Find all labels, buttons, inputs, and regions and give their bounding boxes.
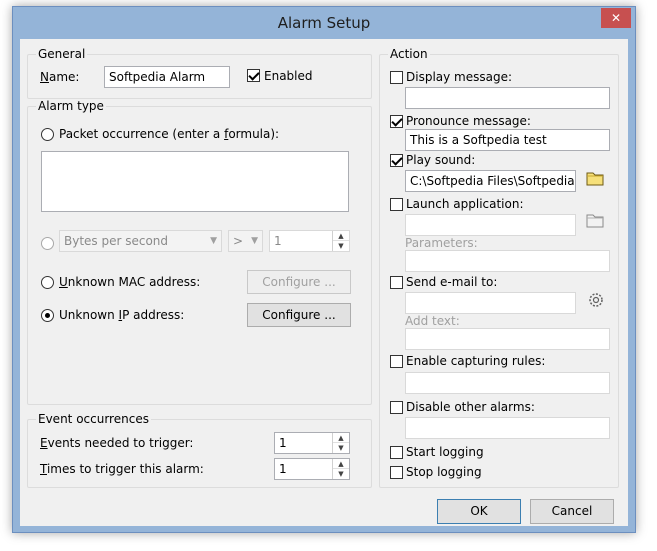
disable-other-alarms-checkbox[interactable] <box>390 401 403 414</box>
send-email-checkbox[interactable] <box>390 276 403 289</box>
disable-other-alarms-input[interactable] <box>405 417 610 439</box>
action-legend: Action <box>390 47 428 61</box>
dialog-client: General Name: Softpedia Alarm Enabled Al… <box>20 39 628 526</box>
browse-sound-button[interactable] <box>585 169 607 191</box>
cancel-button[interactable]: Cancel <box>530 499 614 524</box>
add-text-input[interactable] <box>405 328 610 350</box>
play-sound-checkbox[interactable] <box>390 154 403 167</box>
times-to-trigger-label: Times to trigger this alarm: <box>40 462 204 476</box>
operator-select[interactable]: > ▼ <box>228 230 263 252</box>
folder-icon <box>586 172 604 186</box>
spin-up-icon[interactable]: ▲ <box>333 459 349 469</box>
display-message-label: Display message: <box>406 70 513 84</box>
close-button[interactable]: ✕ <box>601 8 631 28</box>
stop-logging-checkbox[interactable] <box>390 466 403 479</box>
chevron-down-icon: ▼ <box>210 236 217 246</box>
window-title: Alarm Setup <box>277 14 371 32</box>
enabled-checkbox[interactable] <box>247 69 260 82</box>
spin-up-icon[interactable]: ▲ <box>333 231 349 241</box>
unknown-ip-label: Unknown IP address: <box>59 308 185 322</box>
bytes-per-second-select[interactable]: Bytes per second ▼ <box>59 230 222 252</box>
capturing-rules-checkbox[interactable] <box>390 355 403 368</box>
general-legend: General <box>38 47 86 61</box>
display-message-checkbox[interactable] <box>390 71 403 84</box>
parameters-input[interactable] <box>405 250 610 272</box>
email-settings-button[interactable] <box>586 290 608 312</box>
name-input[interactable]: Softpedia Alarm <box>104 66 230 88</box>
start-logging-checkbox[interactable] <box>390 446 403 459</box>
packet-occurrence-label: Packet occurrence (enter a formula): <box>59 127 280 141</box>
unknown-ip-radio[interactable] <box>41 309 54 322</box>
ok-button[interactable]: OK <box>437 499 521 524</box>
bytes-radio[interactable] <box>41 237 54 250</box>
threshold-spin[interactable]: ▲ ▼ <box>332 231 349 251</box>
pronounce-message-input[interactable]: This is a Softpedia test <box>405 129 610 151</box>
folder-icon <box>586 214 604 228</box>
launch-application-checkbox[interactable] <box>390 198 403 211</box>
browse-application-button[interactable] <box>585 211 607 233</box>
play-sound-label: Play sound: <box>406 153 476 167</box>
unknown-mac-label: Unknown MAC address: <box>59 275 201 289</box>
enabled-label: Enabled <box>264 69 313 83</box>
capturing-rules-label: Enable capturing rules: <box>406 354 546 368</box>
times-spin[interactable]: ▲ ▼ <box>332 459 349 479</box>
disable-other-alarms-label: Disable other alarms: <box>406 400 535 414</box>
packet-occurrence-radio[interactable] <box>41 128 54 141</box>
gear-icon <box>589 293 603 307</box>
alarm-setup-window: Alarm Setup ✕ General Name: Softpedia Al… <box>12 6 636 533</box>
send-email-label: Send e-mail to: <box>406 275 498 289</box>
add-text-label: Add text: <box>405 314 460 328</box>
alarm-type-legend: Alarm type <box>38 99 104 113</box>
start-logging-label: Start logging <box>406 445 484 459</box>
alarm-type-group: Alarm type <box>27 99 372 405</box>
play-sound-input[interactable]: C:\Softpedia Files\Softpedia.wav <box>405 170 576 192</box>
name-label: Name: <box>40 70 80 84</box>
send-email-input[interactable] <box>405 292 576 314</box>
stop-logging-label: Stop logging <box>406 465 482 479</box>
display-message-input[interactable] <box>405 87 610 109</box>
spin-down-icon[interactable]: ▼ <box>333 469 349 479</box>
pronounce-message-label: Pronounce message: <box>406 114 531 128</box>
launch-application-input[interactable] <box>405 214 576 236</box>
pronounce-message-checkbox[interactable] <box>390 115 403 128</box>
events-spin[interactable]: ▲ ▼ <box>332 433 349 453</box>
parameters-label: Parameters: <box>405 236 478 250</box>
times-to-trigger-stepper[interactable]: 1 ▲ ▼ <box>274 458 350 480</box>
threshold-stepper[interactable]: 1 ▲ ▼ <box>269 230 350 252</box>
launch-application-label: Launch application: <box>406 197 524 211</box>
events-needed-label: Events needed to trigger: <box>40 436 194 450</box>
event-occurrences-legend: Event occurrences <box>38 412 149 426</box>
capturing-rules-input[interactable] <box>405 372 610 394</box>
spin-up-icon[interactable]: ▲ <box>333 433 349 443</box>
spin-down-icon[interactable]: ▼ <box>333 241 349 251</box>
unknown-ip-configure-button[interactable]: Configure ... <box>247 303 351 327</box>
unknown-mac-configure-button[interactable]: Configure ... <box>247 270 351 294</box>
close-icon: ✕ <box>610 11 622 25</box>
spin-down-icon[interactable]: ▼ <box>333 443 349 453</box>
unknown-mac-radio[interactable] <box>41 276 54 289</box>
events-needed-stepper[interactable]: 1 ▲ ▼ <box>274 432 350 454</box>
formula-textarea[interactable] <box>41 151 349 212</box>
chevron-down-icon: ▼ <box>251 236 258 246</box>
